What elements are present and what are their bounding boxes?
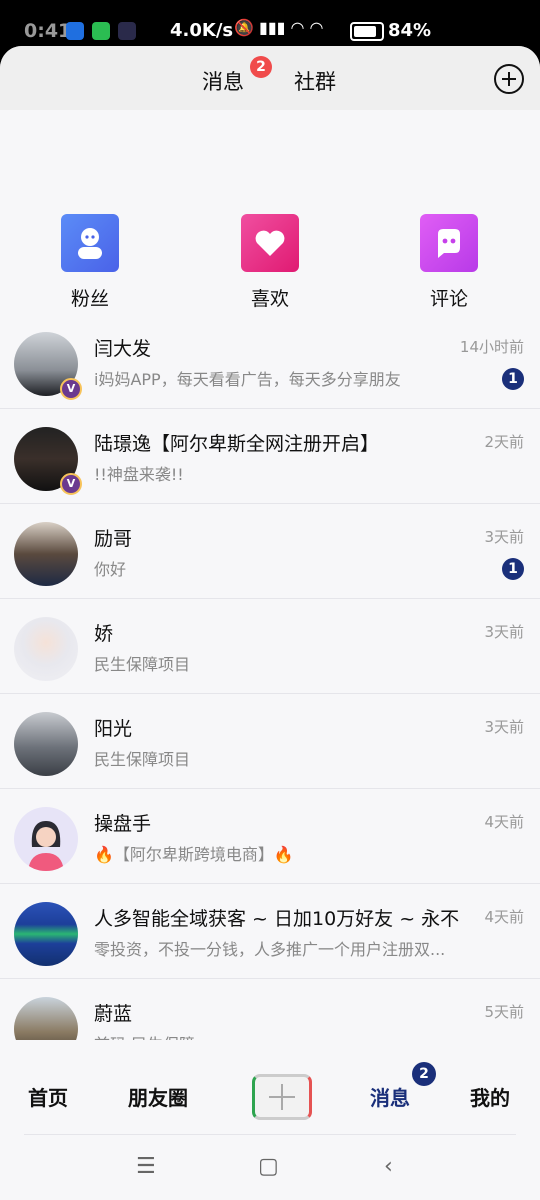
top-bar: 消息 2 社群	[0, 46, 540, 110]
quick-action-likes[interactable]: 喜欢	[225, 214, 315, 311]
signal-wifi-icons: 🔕 ▮▮▮ ◠ ◠	[234, 18, 324, 37]
avatar	[14, 617, 78, 681]
messages-screen: 消息 2 社群 粉丝 喜欢 评论 V 闫大发 i妈妈APP，每天看看广告，每天多…	[0, 46, 540, 1200]
tab-messages[interactable]: 消息	[202, 66, 244, 96]
conversation-time: 3天前	[484, 623, 524, 641]
conversation-name: 人多智能全域获客 ~ 日加10万好友 ~ 永不	[94, 908, 460, 930]
conversation-time: 5天前	[484, 1003, 524, 1021]
conversation-list: V 闫大发 i妈妈APP，每天看看广告，每天多分享朋友 14小时前 1 V 陆璟…	[0, 314, 540, 1073]
quick-action-label: 评论	[429, 288, 468, 310]
conversation-preview: i妈妈APP，每天看看广告，每天多分享朋友	[94, 370, 401, 389]
baidu-icon	[66, 22, 84, 40]
unread-badge: 1	[502, 368, 524, 390]
unread-badge: 1	[502, 558, 524, 580]
nav-messages-badge: 2	[412, 1062, 436, 1086]
conversation-preview: 你好	[94, 560, 127, 579]
avatar	[14, 712, 78, 776]
conversation-time: 3天前	[484, 528, 524, 546]
publish-plus-icon[interactable]	[252, 1074, 312, 1120]
verified-badge-icon: V	[60, 378, 82, 400]
nav-home[interactable]: 首页	[28, 1082, 68, 1111]
battery-icon	[350, 22, 384, 41]
conversation-name: 操盘手	[94, 813, 152, 835]
conversation-row[interactable]: V 闫大发 i妈妈APP，每天看看广告，每天多分享朋友 14小时前 1	[0, 314, 540, 409]
heart-icon	[241, 214, 299, 272]
conversation-row[interactable]: 人多智能全域获客 ~ 日加10万好友 ~ 永不 零投资，不投一分钱，人多推广一个…	[0, 884, 540, 979]
chat-icon	[420, 214, 478, 272]
conversation-row[interactable]: 娇 民生保障项目 3天前	[0, 599, 540, 694]
conversation-row[interactable]: V 陆璟逸【阿尔卑斯全网注册开启】 !!神盘来袭!! 2天前	[0, 409, 540, 504]
avatar	[14, 902, 78, 966]
conversation-preview: 民生保障项目	[94, 750, 191, 769]
tab-community[interactable]: 社群	[294, 66, 336, 96]
battery-percent: 84%	[388, 20, 432, 41]
add-circle-icon[interactable]	[494, 64, 524, 94]
menu-icon[interactable]: ☰	[136, 1154, 156, 1179]
nav-moments[interactable]: 朋友圈	[128, 1082, 188, 1111]
quick-action-label: 粉丝	[70, 288, 109, 310]
avatar	[14, 522, 78, 586]
conversation-name: 娇	[94, 623, 114, 645]
conversation-name: 励哥	[94, 528, 133, 550]
nav-me[interactable]: 我的	[470, 1082, 510, 1111]
conversation-name: 阳光	[94, 718, 133, 740]
avatar	[14, 807, 78, 871]
conversation-name: 闫大发	[94, 338, 152, 360]
conversation-time: 3天前	[484, 718, 524, 736]
divider	[24, 1134, 516, 1135]
nav-messages[interactable]: 消息	[370, 1082, 410, 1111]
conversation-name: 陆璟逸【阿尔卑斯全网注册开启】	[94, 433, 380, 455]
conversation-row[interactable]: 阳光 民生保障项目 3天前	[0, 694, 540, 789]
conversation-time: 4天前	[484, 908, 524, 926]
phone-app-icon	[92, 22, 110, 40]
back-icon[interactable]: ‹	[384, 1154, 393, 1179]
network-speed: 4.0K/s	[170, 20, 234, 41]
system-nav-bar: ☰ ▢ ‹	[0, 1136, 540, 1200]
conversation-time: 4天前	[484, 813, 524, 831]
soul-app-icon	[118, 22, 136, 40]
conversation-time: 14小时前	[459, 338, 524, 356]
person-icon	[61, 214, 119, 272]
conversation-preview: !!神盘来袭!!	[94, 465, 184, 484]
messages-tab-badge: 2	[250, 56, 272, 78]
quick-action-fans[interactable]: 粉丝	[45, 214, 135, 311]
conversation-preview: 🔥【阿尔卑斯跨境电商】🔥	[94, 845, 294, 864]
quick-action-comments[interactable]: 评论	[404, 214, 494, 311]
conversation-name: 蔚蓝	[94, 1003, 133, 1025]
conversation-preview: 民生保障项目	[94, 655, 191, 674]
quick-action-label: 喜欢	[250, 288, 289, 310]
conversation-preview: 零投资，不投一分钱，人多推广一个用户注册双...	[94, 940, 446, 959]
verified-badge-icon: V	[60, 473, 82, 495]
bottom-nav: 首页 朋友圈 消息 2 我的	[0, 1040, 540, 1130]
home-square-icon[interactable]: ▢	[258, 1154, 279, 1179]
conversation-row[interactable]: 励哥 你好 3天前 1	[0, 504, 540, 599]
conversation-time: 2天前	[484, 433, 524, 451]
conversation-row[interactable]: 操盘手 🔥【阿尔卑斯跨境电商】🔥 4天前	[0, 789, 540, 884]
